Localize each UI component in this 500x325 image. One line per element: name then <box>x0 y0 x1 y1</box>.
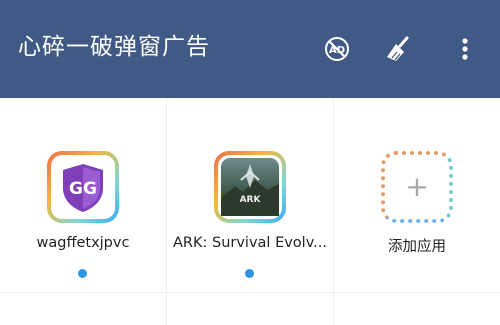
status-dot <box>78 269 87 278</box>
top-app-bar: 心碎一破弹窗广告 AD <box>0 0 500 98</box>
app-item-ark-survival[interactable]: ARK ARK: Survival Evolv... <box>167 98 333 292</box>
svg-text:ARK: ARK <box>240 195 262 205</box>
app-label: wagffetxjpvc <box>36 235 130 251</box>
divider <box>0 292 500 293</box>
app-grid: GG wagffetxjpvc ARK ARK: Survival Evolv.… <box>0 98 500 325</box>
add-app-icon: + <box>381 151 453 223</box>
add-app-button[interactable]: + 添加应用 <box>334 98 500 292</box>
svg-text:GG: GG <box>69 179 97 199</box>
status-dot <box>245 269 254 278</box>
broom-clean-icon[interactable] <box>383 33 415 65</box>
ad-block-icon[interactable]: AD <box>321 33 353 65</box>
app-label: ARK: Survival Evolv... <box>173 235 327 251</box>
app-icon-frame: ARK <box>214 151 286 223</box>
app-label: 添加应用 <box>388 239 446 255</box>
plus-icon: + <box>405 170 429 203</box>
game-guardian-icon: GG <box>54 158 112 216</box>
page-title: 心碎一破弹窗广告 <box>18 34 210 60</box>
app-icon-frame: GG <box>47 151 119 223</box>
more-vertical-icon[interactable] <box>449 33 481 65</box>
ark-survival-icon: ARK <box>221 158 279 216</box>
app-item-wagffetxjpvc[interactable]: GG wagffetxjpvc <box>0 98 166 292</box>
